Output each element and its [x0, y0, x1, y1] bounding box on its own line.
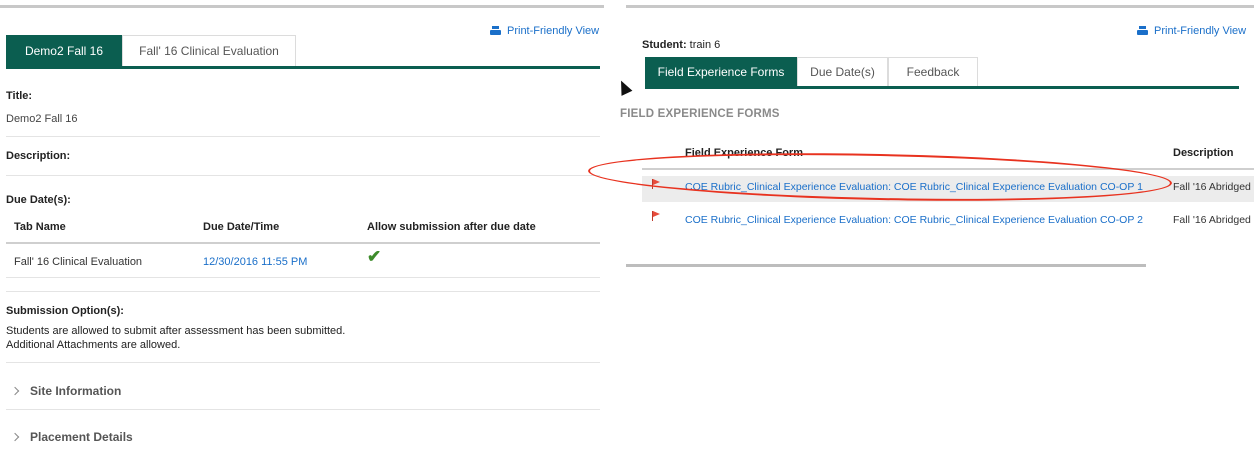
- section-heading: FIELD EXPERIENCE FORMS: [620, 108, 780, 120]
- tab-due-dates[interactable]: Due Date(s): [797, 57, 888, 86]
- tab-underline: [6, 66, 600, 69]
- form-link-co-op-1[interactable]: COE Rubric_Clinical Experience Evaluatio…: [685, 181, 1143, 193]
- left-panel: Print-Friendly View Demo2 Fall 16 Fall' …: [0, 0, 604, 451]
- column-header-form: Field Experience Form: [685, 147, 803, 159]
- tab-underline: [645, 86, 1239, 89]
- printer-icon: [1137, 26, 1148, 36]
- due-dates-label: Due Date(s):: [6, 194, 71, 206]
- title-value: Demo2 Fall 16: [6, 113, 78, 125]
- tab-feedback[interactable]: Feedback: [888, 57, 978, 86]
- divider: [6, 277, 600, 278]
- left-tab-bar: Demo2 Fall 16 Fall' 16 Clinical Evaluati…: [6, 35, 296, 66]
- tab-label: Field Experience Forms: [657, 65, 785, 79]
- divider: [6, 362, 600, 363]
- student-label: Student:: [642, 39, 687, 51]
- tab-label: Feedback: [906, 65, 960, 79]
- checkmark-icon: ✔: [367, 247, 382, 266]
- title-label: Title:: [6, 90, 33, 102]
- bottom-scroll-bar[interactable]: [626, 264, 1146, 267]
- flag-icon: [651, 179, 661, 189]
- placement-details-toggle[interactable]: Placement Details: [10, 430, 133, 444]
- submission-options-label: Submission Option(s):: [6, 305, 124, 317]
- chevron-right-icon: [10, 386, 20, 396]
- tab-label: Demo2 Fall 16: [24, 44, 104, 58]
- site-information-toggle[interactable]: Site Information: [10, 384, 122, 398]
- student-info: Student: train 6: [642, 39, 720, 51]
- placement-details-label: Placement Details: [30, 430, 133, 444]
- table-header-divider: [642, 168, 1254, 170]
- chevron-right-icon: [10, 432, 20, 442]
- print-friendly-view-link[interactable]: Print-Friendly View: [1137, 25, 1246, 37]
- print-friendly-view-link[interactable]: Print-Friendly View: [490, 25, 599, 37]
- description-label: Description:: [6, 150, 71, 162]
- column-header-allow-submission: Allow submission after due date: [367, 221, 536, 233]
- printer-icon: [490, 26, 501, 36]
- form-description: Fall '16 Abridged: [1173, 181, 1251, 193]
- column-header-due-date: Due Date/Time: [203, 221, 280, 233]
- student-value: train 6: [689, 39, 721, 51]
- form-link-co-op-2[interactable]: COE Rubric_Clinical Experience Evaluatio…: [685, 214, 1143, 226]
- table-header-divider: [6, 242, 600, 244]
- divider: [6, 291, 600, 292]
- tab-label: Fall' 16 Clinical Evaluation: [139, 44, 279, 58]
- tab-field-experience-forms[interactable]: Field Experience Forms: [645, 57, 797, 86]
- submission-line: Additional Attachments are allowed.: [6, 339, 181, 351]
- tab-label: Due Date(s): [810, 65, 875, 79]
- submission-line: Students are allowed to submit after ass…: [6, 325, 346, 337]
- table-cell-tab-name: Fall' 16 Clinical Evaluation: [14, 256, 143, 268]
- right-tab-bar: Field Experience Forms Due Date(s) Feedb…: [645, 57, 978, 86]
- divider: [6, 136, 600, 137]
- due-date-link[interactable]: 12/30/2016 11:55 PM: [203, 256, 307, 268]
- site-information-label: Site Information: [30, 384, 122, 398]
- print-friendly-view-label: Print-Friendly View: [1154, 25, 1247, 37]
- column-header-tab-name: Tab Name: [14, 221, 66, 233]
- print-friendly-view-label: Print-Friendly View: [507, 25, 600, 37]
- tab-clinical-evaluation[interactable]: Fall' 16 Clinical Evaluation: [122, 35, 296, 66]
- form-description: Fall '16 Abridged: [1173, 214, 1251, 226]
- column-header-description: Description: [1173, 147, 1234, 159]
- divider: [6, 175, 600, 176]
- flag-icon: [651, 211, 661, 221]
- tab-demo2-fall-16[interactable]: Demo2 Fall 16: [6, 35, 122, 66]
- divider: [6, 409, 600, 410]
